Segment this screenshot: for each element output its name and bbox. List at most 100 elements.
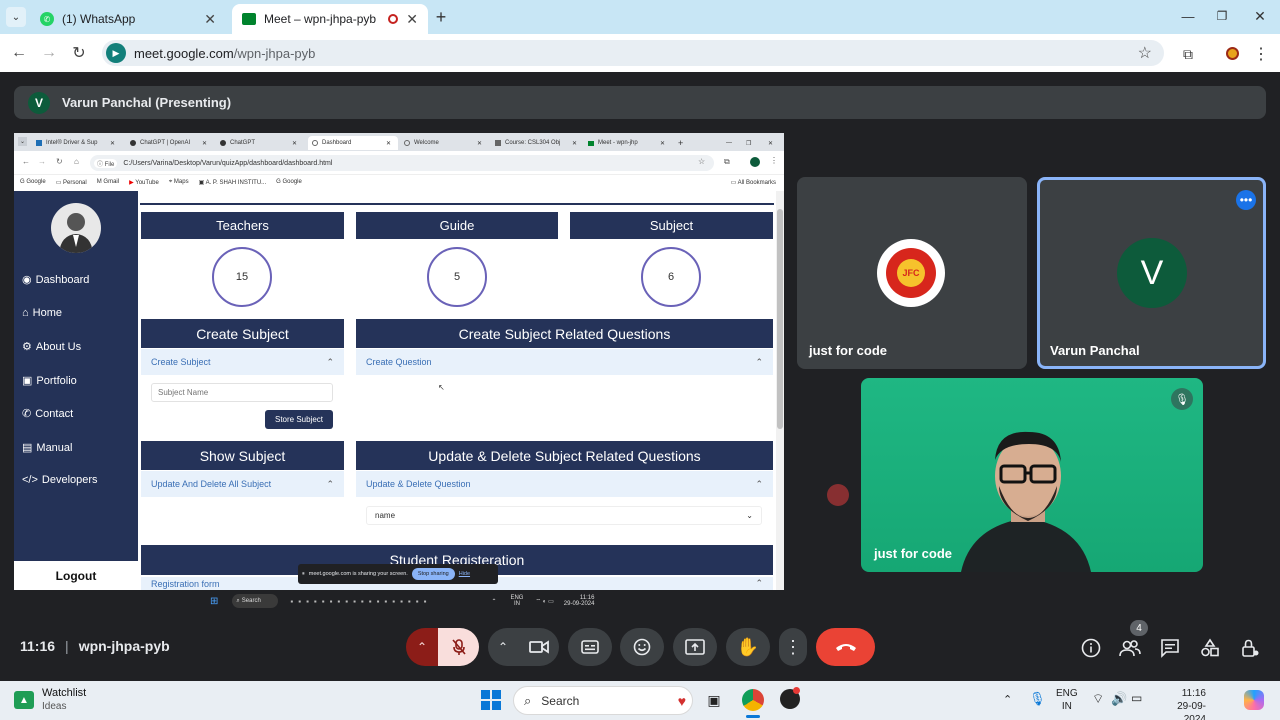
profile-avatar[interactable] [1226, 47, 1239, 60]
site-info-icon[interactable]: ▶ [106, 43, 126, 63]
close-icon[interactable]: ✕ [292, 136, 297, 150]
people-button[interactable] [1119, 637, 1141, 659]
mic-tray-icon[interactable]: 🎙 [1029, 691, 1046, 707]
address-bar[interactable]: ▶ meet.google.com/wpn-jhpa-pyb ☆ [102, 40, 1164, 66]
sidebar-item-developers[interactable]: </> Developers [22, 474, 98, 486]
inner-address-bar[interactable]: ⓘ File C:/Users/Varina/Desktop/Varun/qui… [90, 155, 714, 171]
inner-tab[interactable]: ChatGPT [220, 136, 300, 150]
update-subject-accordion[interactable]: Update And Delete All Subject ⌃ [141, 471, 344, 497]
tray-arrow-icon[interactable]: ⌃ [491, 598, 496, 605]
restore-icon[interactable]: ❐ [746, 136, 751, 150]
inner-tab[interactable]: Course: CSL304 Obj [495, 136, 581, 150]
sidebar-item-portfolio[interactable]: ▣ Portfolio [22, 374, 77, 388]
back-arrow-icon[interactable]: ← [10, 44, 28, 62]
sidebar-item-about[interactable]: ⚙ About Us [22, 340, 81, 354]
tab-search-button[interactable]: ⌄ [6, 7, 26, 27]
participant-tile-varun[interactable]: ••• V Varun Panchal [1037, 177, 1266, 369]
tray-icons[interactable]: ⌔ ◐ ▭ [535, 597, 553, 605]
minimize-icon[interactable]: — [1178, 6, 1198, 26]
close-icon[interactable]: ✕ [204, 11, 216, 28]
bookmark-personal[interactable]: ▭ Personal [56, 179, 87, 186]
bookmark-apshah[interactable]: ▣ A. P. SHAH INSTITU... [199, 179, 267, 186]
store-subject-button[interactable]: Store Subject [265, 410, 333, 429]
copilot-icon[interactable] [1244, 690, 1264, 710]
task-view-icon[interactable]: ▣ [705, 691, 723, 709]
tab-search-button[interactable]: ⌄ [18, 137, 27, 146]
logout-button[interactable]: Logout [14, 561, 138, 590]
start-icon[interactable]: ⊞ [210, 596, 218, 607]
subject-select[interactable]: name ⌄ [366, 506, 762, 525]
widgets-button[interactable]: ▲ Watchlist Ideas [14, 687, 86, 713]
taskbar-app-icons[interactable]: ▪▪▪▪▪▪▪▪▪▪▪▪▪▪▪▪▪▪ [290, 597, 431, 606]
back-arrow-icon[interactable]: ← [22, 157, 30, 166]
forward-arrow-icon[interactable]: → [40, 44, 58, 62]
windows-start-icon[interactable] [481, 690, 501, 710]
bookmark-gmail[interactable]: M Gmail [97, 179, 119, 185]
profile-avatar[interactable] [750, 157, 760, 167]
home-icon[interactable]: ⌂ [74, 157, 79, 166]
meeting-details-button[interactable] [1080, 637, 1102, 659]
battery-icon[interactable]: ▭ [1131, 691, 1142, 705]
inner-tab[interactable]: Meet - wpn-jhp [588, 136, 648, 150]
taskbar-search[interactable]: ⌕ Search ♥ [513, 686, 693, 715]
close-icon[interactable]: ✕ [110, 136, 115, 150]
volume-icon[interactable]: 🔊 [1111, 691, 1127, 707]
close-icon[interactable]: ✕ [406, 11, 418, 28]
bookmark-google-2[interactable]: G Google [276, 179, 302, 185]
lang-indicator[interactable]: ENG IN [510, 595, 523, 607]
more-menu-icon[interactable]: ⋮ [770, 156, 778, 165]
wifi-icon[interactable]: ⌔ [1092, 691, 1104, 707]
sidebar-item-manual[interactable]: ▤ Manual [22, 441, 72, 455]
close-icon[interactable]: ✕ [572, 136, 577, 150]
emoji-button[interactable] [620, 628, 664, 666]
update-question-accordion[interactable]: Update & Delete Question ⌃ [356, 471, 773, 497]
chat-button[interactable] [1159, 637, 1181, 659]
tab-whatsapp[interactable]: ✆ (1) WhatsApp ✕ [30, 4, 226, 34]
bookmark-star-icon[interactable]: ☆ [1138, 43, 1152, 63]
participant-tile-just-for-code[interactable]: JFC just for code [797, 177, 1027, 369]
camera-toggle-button[interactable] [518, 640, 559, 654]
system-clock[interactable]: 11:16 29-09-2024 [1158, 687, 1206, 720]
present-button[interactable] [673, 628, 717, 666]
hide-link[interactable]: Hide [459, 571, 470, 577]
reload-icon[interactable]: ↻ [70, 44, 88, 62]
reload-icon[interactable]: ↻ [56, 157, 63, 166]
forward-arrow-icon[interactable]: → [38, 157, 46, 166]
tray-arrow-icon[interactable]: ⌃ [1003, 693, 1012, 706]
sidebar-item-contact[interactable]: ✆ Contact [22, 407, 73, 421]
more-menu-icon[interactable]: ⋮ [1253, 44, 1269, 64]
extensions-icon[interactable]: ⧉ [724, 157, 730, 167]
window-close-icon[interactable]: ✕ [1250, 6, 1270, 26]
close-icon[interactable]: ✕ [202, 136, 207, 150]
window-close-icon[interactable]: ✕ [768, 136, 773, 150]
close-icon[interactable]: ✕ [660, 136, 665, 150]
new-tab-button[interactable]: + [432, 7, 450, 27]
stop-sharing-button[interactable]: Stop sharing [411, 568, 455, 580]
subject-name-input[interactable] [151, 383, 333, 402]
close-icon[interactable]: ✕ [386, 136, 391, 150]
scrollbar-thumb[interactable] [777, 209, 783, 429]
bookmark-star-icon[interactable]: ☆ [698, 157, 705, 166]
close-icon[interactable]: ✕ [477, 136, 482, 150]
bookmark-maps[interactable]: ⌖ Maps [169, 179, 189, 186]
inner-tab[interactable]: Welcome [404, 136, 484, 150]
scrollbar[interactable] [776, 191, 784, 590]
create-question-accordion[interactable]: Create Question ⌃ [356, 349, 773, 375]
language-indicator[interactable]: ENG IN [1056, 687, 1078, 713]
tab-meet[interactable]: Meet – wpn-jhpa-pyb ✕ [232, 4, 428, 34]
inner-tab[interactable]: ChatGPT | OpenAI [130, 136, 210, 150]
more-options-icon[interactable]: ••• [1236, 190, 1256, 210]
chrome-taskbar-icon[interactable] [742, 689, 764, 711]
restore-icon[interactable]: ❐ [1212, 6, 1232, 26]
host-controls-button[interactable] [1239, 637, 1261, 659]
activities-button[interactable] [1199, 637, 1221, 659]
create-subject-accordion[interactable]: Create Subject ⌃ [141, 349, 344, 375]
camera-options-button[interactable]: ⌃ [488, 640, 518, 654]
mic-options-button[interactable]: ⌃ [406, 628, 438, 666]
raise-hand-button[interactable]: ✋ [726, 628, 770, 666]
bookmark-youtube[interactable]: ▶ YouTube [129, 179, 159, 186]
all-bookmarks[interactable]: ▭ All Bookmarks [731, 179, 776, 186]
inner-clock[interactable]: 11:16 29-09-2024 [564, 595, 595, 607]
sidebar-item-home[interactable]: ⌂ Home [22, 307, 62, 319]
minimize-icon[interactable]: — [726, 136, 732, 150]
